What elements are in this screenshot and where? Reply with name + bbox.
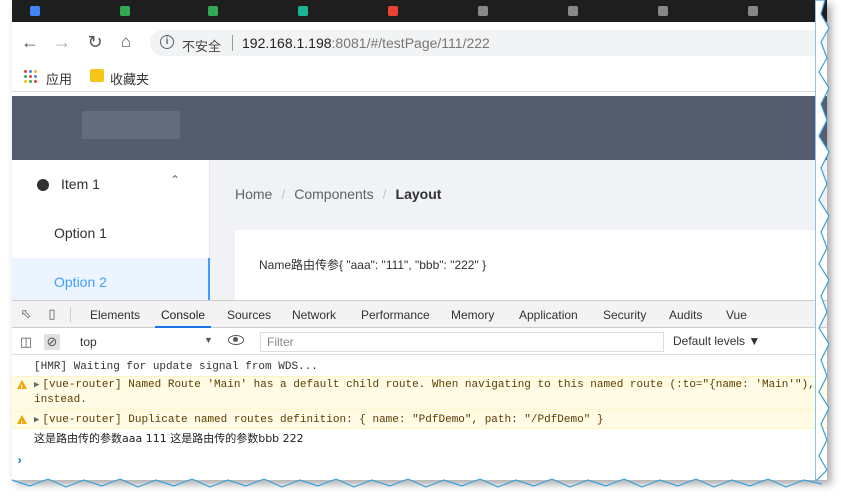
breadcrumb-separator: / [281,186,286,202]
address-bar[interactable]: i 不安全 192.168.1.198:8081/#/testPage/111/… [150,30,827,56]
console-toolbar: ◫ ⊘ top ▼ Default levels ▼ [12,329,827,355]
url-path: :8081/#/testPage/111/222 [331,35,490,51]
warning-icon [17,380,27,396]
browser-tab[interactable] [208,4,270,18]
browser-tab[interactable] [388,4,450,18]
sidebar-toggle-icon[interactable]: ◫ [18,334,34,350]
breadcrumb-separator: / [382,186,387,202]
console-message-text: [HMR] Waiting for update signal from WDS… [34,361,318,373]
torn-edge-decoration [815,0,830,481]
back-arrow-icon[interactable]: ← [20,32,40,52]
devtools-tab-bar: ⬁ ▯ Elements Console Sources Network Per… [12,301,827,328]
breadcrumb-components[interactable]: Components [294,186,373,202]
tab-console[interactable]: Console [154,308,212,328]
eye-icon[interactable] [228,335,244,345]
apps-grid-icon[interactable] [24,70,38,84]
browser-tab[interactable] [30,4,92,18]
folder-icon[interactable] [90,69,104,82]
content-card: Name路由传参{ "aaa": "111", "bbb": "222" } [235,230,827,310]
tab-security[interactable]: Security [603,308,646,322]
info-icon[interactable]: i [160,35,174,49]
device-toolbar-icon[interactable]: ▯ [44,306,60,322]
console-warning: ▶[vue-router] Named Route 'Main' has a d… [12,376,827,410]
browser-tab[interactable] [298,4,360,18]
tab-vue[interactable]: Vue [726,308,747,322]
location-icon [37,179,49,191]
console-prompt[interactable]: › [16,454,23,468]
browser-tab[interactable] [120,4,182,18]
logo-placeholder [82,111,180,139]
sidebar-item-option-2[interactable]: Option 2 [12,258,210,306]
tab-network[interactable]: Network [292,308,336,322]
log-levels-dropdown[interactable]: Default levels ▼ [673,334,760,348]
tab-audits[interactable]: Audits [669,308,702,322]
tab-application[interactable]: Application [519,308,578,322]
breadcrumb-layout: Layout [395,186,442,202]
console-message-text: [vue-router] Duplicate named routes defi… [42,414,604,426]
browser-toolbar: ← → ↻ ⌂ i 不安全 192.168.1.198:8081/#/testP… [12,22,827,62]
sidebar-item-label: Option 1 [54,225,107,241]
route-params-text: Name路由传参{ "aaa": "111", "bbb": "222" } [259,258,487,272]
console-message-text: [vue-router] Named Route 'Main' has a de… [34,379,815,406]
context-selector[interactable]: top [80,335,97,349]
forward-arrow-icon[interactable]: → [52,32,72,52]
dropdown-arrow-icon[interactable]: ▼ [204,335,213,345]
favorites-bookmark[interactable]: 收藏夹 [110,69,149,88]
tab-memory[interactable]: Memory [451,308,494,322]
inspect-element-icon[interactable]: ⬁ [18,306,34,322]
security-label[interactable]: 不安全 [182,36,221,55]
console-message: 这是路由传的参数aaa 111 这是路由传的参数bbb 222 [12,431,827,447]
tab-divider [70,307,71,322]
torn-bottom-decoration [11,478,823,488]
sidebar-item-item-1[interactable]: Item 1 ⌃ [12,160,210,208]
tab-elements[interactable]: Elements [90,308,140,322]
sidebar-item-option-1[interactable]: Option 1 [12,209,210,257]
breadcrumb: Home / Components / Layout [235,186,441,202]
tab-sources[interactable]: Sources [227,308,271,322]
url-text[interactable]: 192.168.1.198:8081/#/testPage/111/222 [242,35,490,51]
browser-tab[interactable] [478,4,540,18]
main-content: Home / Components / Layout Name路由传参{ "aaa": … [211,160,827,310]
breadcrumb-home[interactable]: Home [235,186,272,202]
expand-triangle-icon[interactable]: ▶ [34,415,39,425]
chevron-up-icon: ⌃ [169,173,180,187]
web-page: Item 1 ⌃ Option 1 Option 2 Home / Componen… [12,96,827,310]
warning-icon [17,415,27,432]
bookmarks-bar: 应用 收藏夹 [12,62,827,92]
browser-tab[interactable] [568,4,630,18]
app-header [12,96,827,160]
sidebar-menu: Item 1 ⌃ Option 1 Option 2 [12,160,210,306]
console-warning: ▶[vue-router] Duplicate named routes def… [12,411,827,432]
sidebar-item-label: Item 1 [61,176,100,192]
url-host: 192.168.1.198 [242,35,332,51]
reload-icon[interactable]: ↻ [85,32,105,52]
address-divider [232,35,233,51]
apps-bookmark[interactable]: 应用 [46,69,72,88]
browser-window: ← → ↻ ⌂ i 不安全 192.168.1.198:8081/#/testP… [12,0,827,480]
clear-console-icon[interactable]: ⊘ [44,334,60,350]
browser-tab[interactable] [748,4,810,18]
console-filter-input[interactable] [260,332,664,352]
console-output: [HMR] Waiting for update signal from WDS… [12,356,827,480]
sidebar-item-label: Option 2 [54,274,107,290]
tab-strip [12,0,827,22]
console-message-text: 这是路由传的参数aaa 111 这是路由传的参数bbb 222 [34,432,304,445]
tab-performance[interactable]: Performance [361,308,430,322]
devtools-panel: ⬁ ▯ Elements Console Sources Network Per… [12,300,827,480]
home-icon[interactable]: ⌂ [116,32,136,52]
browser-tab[interactable] [658,4,720,18]
console-message: [HMR] Waiting for update signal from WDS… [12,359,827,375]
expand-triangle-icon[interactable]: ▶ [34,380,39,390]
